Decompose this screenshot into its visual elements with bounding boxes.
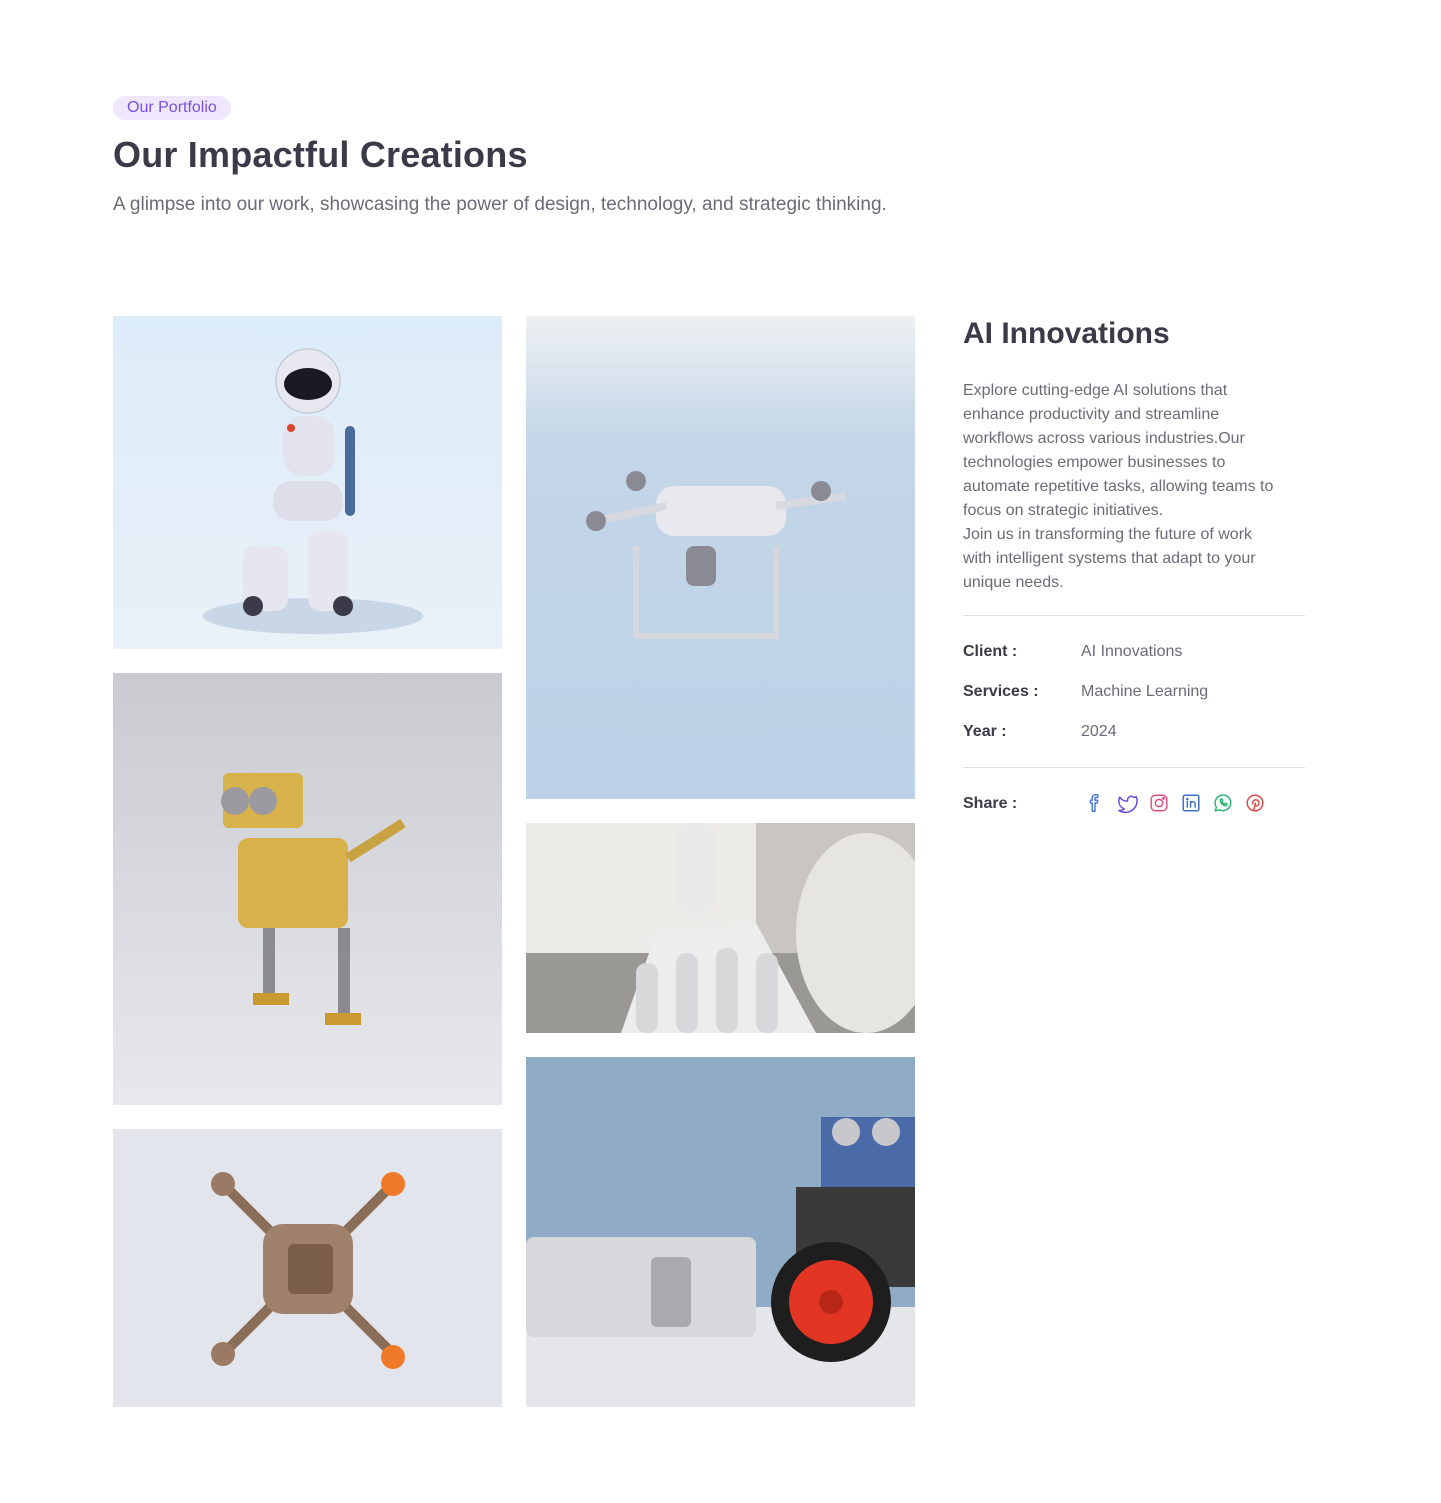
- twitter-icon[interactable]: [1116, 792, 1138, 814]
- portfolio-image-robot-hand[interactable]: [526, 823, 915, 1033]
- section-badge: Our Portfolio: [113, 96, 231, 120]
- project-description: Explore cutting-edge AI solutions that e…: [963, 382, 1274, 591]
- divider: [963, 615, 1305, 616]
- client-label: Client :: [963, 643, 1018, 660]
- project-detail-panel: AI Innovations Explore cutting-edge AI s…: [963, 316, 1305, 595]
- client-value: AI Innovations: [1081, 643, 1183, 660]
- portfolio-image-drone-sky[interactable]: [526, 316, 915, 799]
- whatsapp-icon[interactable]: [1212, 792, 1234, 814]
- page-subtitle: A glimpse into our work, showcasing the …: [113, 194, 887, 215]
- pinterest-icon[interactable]: [1244, 792, 1266, 814]
- divider: [963, 767, 1305, 768]
- share-label: Share :: [963, 795, 1018, 812]
- page-title: Our Impactful Creations: [113, 134, 528, 175]
- portfolio-image-drone-top[interactable]: [113, 1129, 502, 1407]
- services-label: Services :: [963, 683, 1039, 700]
- portfolio-image-robot-car[interactable]: [526, 1057, 915, 1407]
- share-icons: [1084, 792, 1266, 814]
- services-value: Machine Learning: [1081, 683, 1209, 700]
- linkedin-icon[interactable]: [1180, 792, 1202, 814]
- facebook-icon[interactable]: [1084, 792, 1106, 814]
- portfolio-image-robot-dog[interactable]: [113, 673, 502, 1105]
- instagram-icon[interactable]: [1148, 792, 1170, 814]
- year-value: 2024: [1081, 723, 1117, 740]
- year-label: Year :: [963, 723, 1007, 740]
- portfolio-image-robot[interactable]: [113, 316, 502, 649]
- project-title: AI Innovations: [963, 317, 1170, 350]
